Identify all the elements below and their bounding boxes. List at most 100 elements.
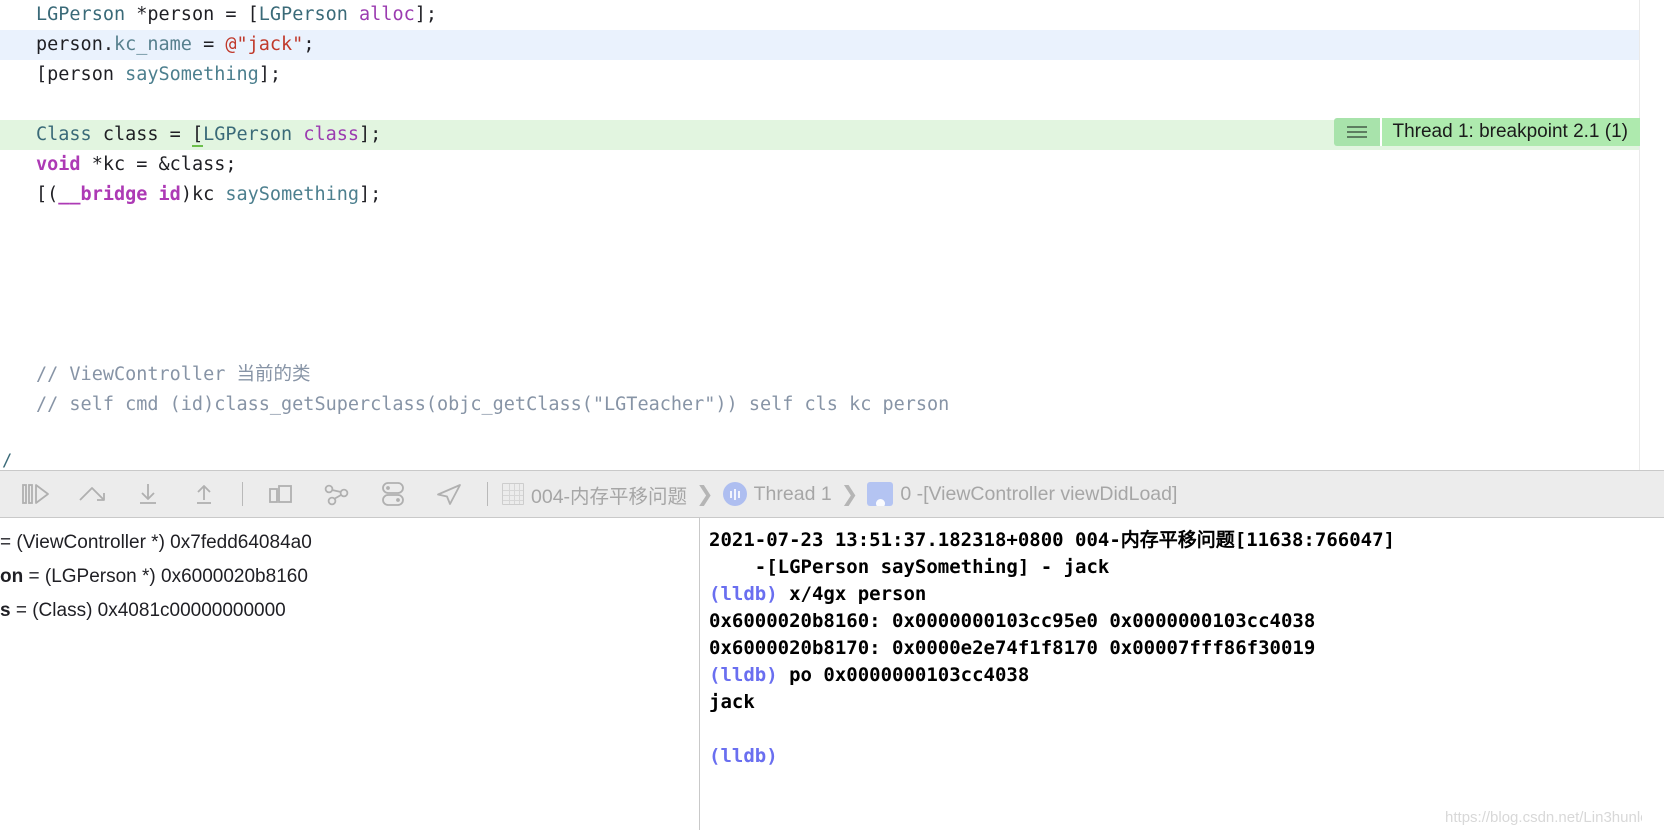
debug-view-hierarchy-button[interactable]: [253, 472, 309, 516]
variable-value: = (LGPerson *) 0x6000020b8160: [23, 566, 308, 587]
code-token: __bridge id: [58, 184, 181, 205]
breadcrumb-item-project[interactable]: 004-内存平移问题: [502, 480, 687, 509]
console-line-text: 2021-07-23 13:51:37.182318+0800 004-内存平移…: [709, 529, 1395, 551]
variables-list[interactable]: = (ViewController *) 0x7fedd64084a0 on = …: [0, 526, 699, 628]
code-token: kc_name: [113, 34, 192, 55]
continue-button[interactable]: [8, 472, 64, 516]
code-token: ;: [303, 34, 315, 55]
code-token: [: [191, 124, 204, 147]
source-editor[interactable]: LGPerson *person = [LGPerson alloc]; pers…: [0, 0, 1664, 470]
step-over-button[interactable]: [64, 472, 120, 516]
code-line[interactable]: [(__bridge id)kc saySomething];: [0, 180, 1664, 210]
step-into-icon: [140, 484, 156, 504]
console-line: (lldb) x/4gx person: [706, 581, 1664, 608]
code-token: class =: [102, 124, 192, 145]
console-line-text: 0x6000020b8170: 0x0000e2e74f1f8170 0x000…: [709, 637, 1316, 659]
memory-graph-button[interactable]: [309, 472, 365, 516]
toolbar-divider-2: [487, 482, 488, 506]
console-line-text: po 0x0000000103cc4038: [777, 664, 1030, 686]
code-token: LGPerson: [36, 4, 137, 25]
editor-caret-text: /: [2, 451, 13, 470]
code-token: *person = [: [136, 4, 259, 25]
code-line[interactable]: void *kc = &class;: [0, 150, 1664, 180]
console-line-text: jack: [709, 691, 755, 713]
lldb-prompt: (lldb): [709, 745, 778, 767]
step-over-icon: [79, 487, 105, 501]
variable-row[interactable]: on = (LGPerson *) 0x6000020b8160: [0, 560, 699, 594]
code-token: void: [36, 154, 81, 175]
variable-value: = (ViewController *) 0x7fedd64084a0: [0, 532, 312, 553]
code-token: ];: [258, 64, 282, 85]
code-token: LGPerson: [203, 124, 304, 145]
breadcrumb-item-frame[interactable]: 0 -[ViewController viewDidLoad]: [867, 482, 1177, 506]
breadcrumb-project-label: 004-内存平移问题: [531, 485, 688, 508]
code-token: saySomething: [225, 184, 360, 205]
lldb-prompt: (lldb): [709, 583, 778, 605]
breadcrumb-frame-label: 0 -[ViewController viewDidLoad]: [900, 482, 1178, 505]
code-line[interactable]: [0, 210, 1664, 240]
lldb-prompt: (lldb): [709, 664, 778, 686]
code-line[interactable]: [0, 90, 1664, 120]
code-line[interactable]: [0, 240, 1664, 270]
code-token: ];: [359, 184, 382, 205]
console-right-gutter: [1642, 518, 1664, 830]
console-output[interactable]: 2021-07-23 13:51:37.182318+0800 004-内存平移…: [706, 527, 1664, 770]
console-line: 0x6000020b8160: 0x0000000103cc95e0 0x000…: [706, 608, 1664, 635]
code-lines-container[interactable]: LGPerson *person = [LGPerson alloc]; pers…: [0, 0, 1664, 420]
code-line[interactable]: [person saySomething];: [0, 60, 1664, 90]
variable-row[interactable]: s = (Class) 0x4081c00000000000: [0, 594, 699, 628]
code-token: ];: [414, 4, 438, 25]
console-line: jack: [706, 689, 1664, 716]
simulate-location-button[interactable]: [421, 472, 477, 516]
breakpoint-annotation-label: Thread 1: breakpoint 2.1 (1): [1380, 118, 1640, 146]
variables-pane[interactable]: = (ViewController *) 0x7fedd64084a0 on = …: [0, 518, 700, 830]
console-pane[interactable]: 2021-07-23 13:51:37.182318+0800 004-内存平移…: [700, 518, 1664, 830]
code-token: Class: [36, 124, 103, 145]
code-line[interactable]: [0, 270, 1664, 300]
code-token: saySomething: [125, 64, 259, 85]
project-grid-icon: [502, 483, 524, 505]
breadcrumb-separator-2: ❯: [840, 482, 859, 506]
console-line-text: -[LGPerson saySomething] - jack: [709, 556, 1110, 578]
breadcrumb-item-thread[interactable]: Thread 1: [722, 482, 832, 506]
step-out-button[interactable]: [176, 472, 232, 516]
environment-overrides-icon: [382, 482, 404, 506]
pause-play-icon: [22, 484, 49, 504]
console-line: -[LGPerson saySomething] - jack: [706, 554, 1664, 581]
debug-toolbar[interactable]: 004-内存平移问题 ❯ Thread 1 ❯ 0 -[ViewControll…: [0, 470, 1664, 518]
xcode-debug-window: LGPerson *person = [LGPerson alloc]; pers…: [0, 0, 1664, 830]
code-line[interactable]: [0, 300, 1664, 330]
debug-area: = (ViewController *) 0x7fedd64084a0 on = …: [0, 518, 1664, 830]
code-line[interactable]: [0, 330, 1664, 360]
editor-vertical-scrollbar[interactable]: [1639, 0, 1664, 470]
memory-graph-icon: [324, 484, 349, 506]
code-token: person.: [36, 34, 114, 55]
view-hierarchy-icon: [269, 485, 292, 503]
breadcrumb-thread-label: Thread 1: [753, 482, 832, 505]
code-token: =: [191, 34, 226, 55]
step-out-icon: [197, 485, 211, 504]
code-token: ];: [359, 124, 382, 145]
code-token: *kc = &class;: [80, 154, 237, 175]
variable-row[interactable]: = (ViewController *) 0x7fedd64084a0: [0, 526, 699, 560]
toolbar-divider: [242, 482, 243, 506]
location-arrow-icon: [437, 484, 461, 505]
hamburger-icon[interactable]: [1334, 118, 1381, 146]
code-line[interactable]: LGPerson *person = [LGPerson alloc];: [0, 0, 1664, 30]
thread-icon: [722, 482, 747, 506]
code-line[interactable]: // self cmd (id)class_getSuperclass(objc…: [0, 390, 1664, 420]
environment-overrides-button[interactable]: [365, 472, 421, 516]
breadcrumb-separator-1: ❯: [696, 482, 714, 506]
step-into-button[interactable]: [120, 472, 176, 516]
console-line: 2021-07-23 13:51:37.182318+0800 004-内存平移…: [706, 527, 1664, 554]
code-token: @"jack": [225, 34, 304, 55]
breadcrumb[interactable]: 004-内存平移问题 ❯ Thread 1 ❯ 0 -[ViewControll…: [502, 480, 1177, 509]
variable-name: s: [0, 600, 11, 621]
breakpoint-annotation[interactable]: Thread 1: breakpoint 2.1 (1): [1334, 118, 1640, 146]
code-line[interactable]: person.kc_name = @"jack";: [0, 30, 1664, 60]
console-line-text: 0x6000020b8160: 0x0000000103cc95e0 0x000…: [709, 610, 1316, 632]
code-line[interactable]: // ViewController 当前的类: [0, 360, 1664, 390]
console-line-text: x/4gx person: [777, 583, 927, 605]
stack-frame-icon: [867, 482, 894, 506]
